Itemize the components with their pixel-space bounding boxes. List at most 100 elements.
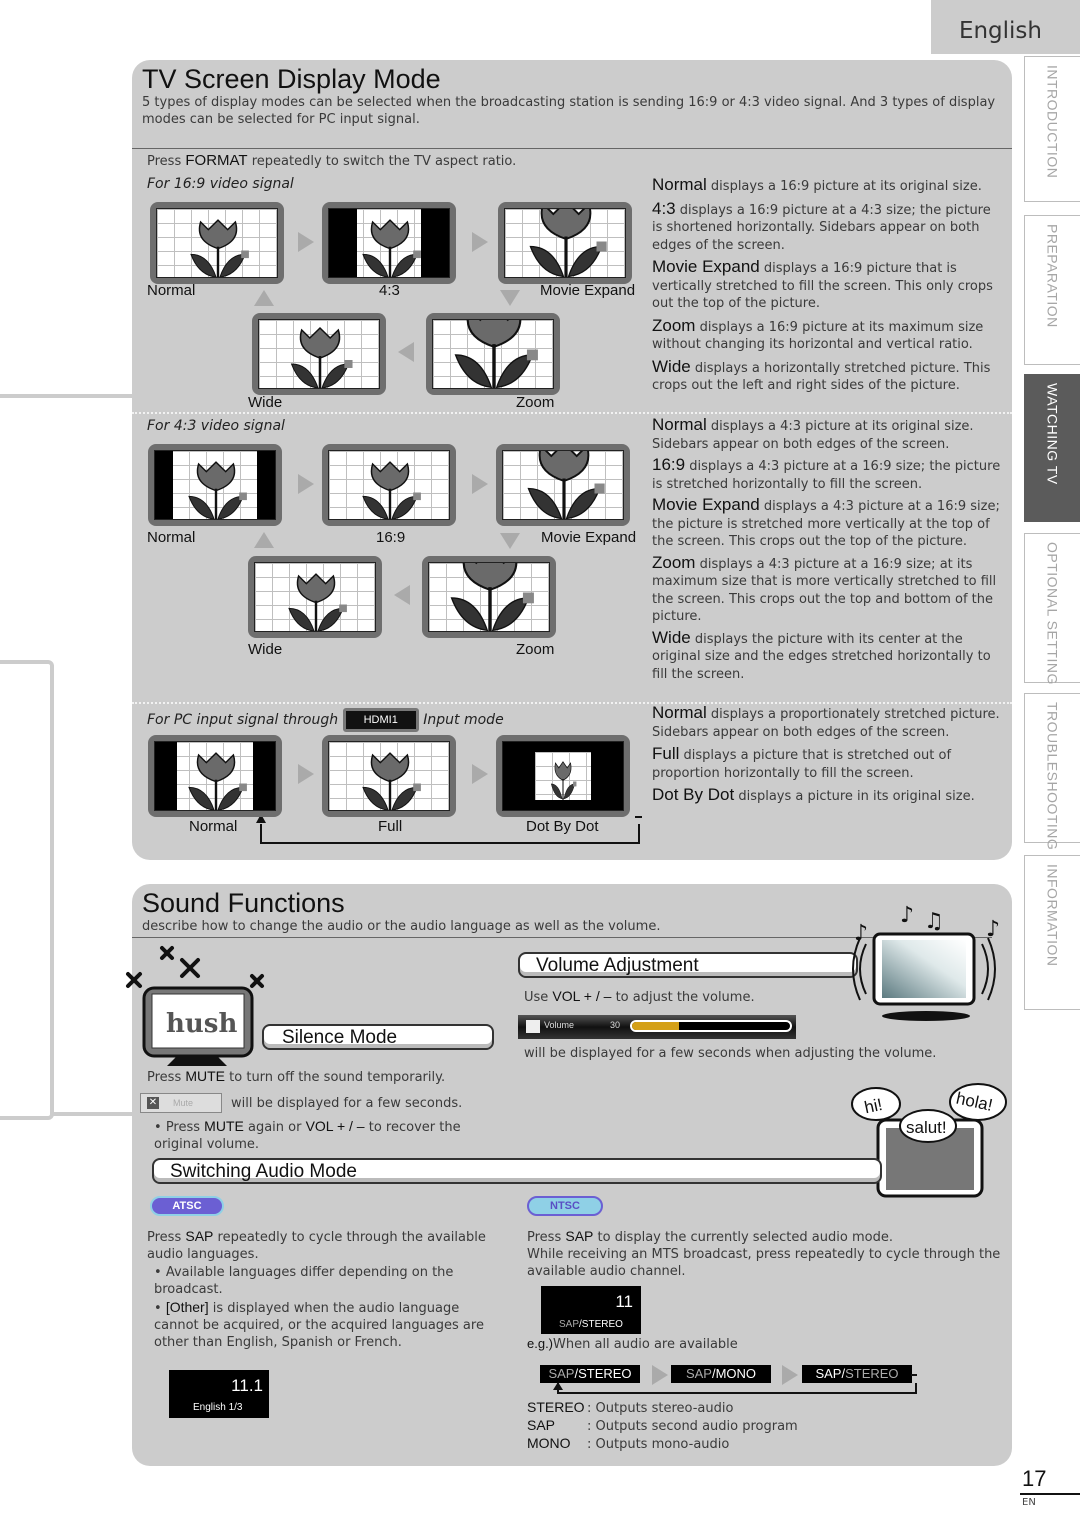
side-tab-label: INTRODUCTION [1044, 65, 1061, 179]
page-number-rule [1020, 1493, 1080, 1495]
ntsc-badge: NTSC [527, 1196, 603, 1216]
page-number: 17 [1022, 1466, 1047, 1491]
arrow-up-icon [254, 532, 274, 548]
signal-pc-heading: For PC input signal through HDMI1 Input … [147, 708, 504, 732]
key-sap: SAP [565, 1228, 594, 1244]
dotted-divider [132, 412, 1012, 414]
mode-label: Zoom [516, 394, 555, 411]
display-mode-thumbnail [150, 202, 284, 284]
side-tab-introduction[interactable]: INTRODUCTION [1024, 56, 1080, 202]
ntsc-example-note: e.g.)When all audio are available [527, 1336, 738, 1352]
speaker-icon [526, 1020, 540, 1033]
arrow-right-icon [472, 474, 488, 494]
format-instruction: Press FORMAT repeatedly to switch the TV… [147, 152, 517, 169]
mode-label: Movie Expand [541, 529, 637, 546]
cycle-return-line [635, 816, 642, 826]
mode-label: 16:9 [376, 529, 406, 546]
side-tab-label: OPTIONAL SETTING [1044, 542, 1061, 685]
side-tab-label: PREPARATION [1044, 224, 1061, 328]
side-tab-information[interactable]: INFORMATION [1024, 855, 1080, 1010]
ntsc-osd: 11 SAP/STEREO [541, 1286, 641, 1334]
side-tab-watching-tv[interactable]: WATCHING TV [1024, 374, 1080, 522]
display-mode-thumbnail [322, 444, 456, 526]
mode-label: Normal [147, 282, 196, 299]
arrow-right-icon [298, 232, 314, 252]
mode-label: Movie Expand [540, 282, 636, 299]
mute-osd-label: Mute [173, 1098, 194, 1108]
volume-osd-value: 30 [610, 1020, 621, 1030]
ntsc-instruction: Press SAP to display the currently selec… [527, 1228, 893, 1245]
volume-adjustment-heading: Volume Adjustment [518, 952, 858, 978]
multilingual-tv-illustration: hi! salut! hola! [851, 1083, 1007, 1198]
volume-osd-note: will be displayed for a few seconds when… [524, 1046, 937, 1061]
hush-text: hush [166, 1009, 237, 1039]
arrow-right-icon [782, 1365, 798, 1385]
mute-osd-note: will be displayed for a few seconds. [231, 1096, 463, 1111]
atsc-bullet: • Available languages differ depending o… [154, 1265, 454, 1297]
display-mode-thumbnail [148, 444, 282, 526]
arrow-right-icon [298, 474, 314, 494]
audio-cycle-step: SAP/STEREO [540, 1365, 640, 1383]
side-tab-label: WATCHING TV [1044, 383, 1061, 485]
muted-tv-illustration: hush [126, 946, 264, 1066]
atsc-badge: ATSC [150, 1196, 224, 1216]
osd-channel: 11.1 [231, 1376, 263, 1395]
language-tab: English [931, 0, 1080, 54]
osd-channel: 11 [615, 1292, 633, 1311]
arrow-up-icon [254, 290, 274, 306]
cycle-return-line [260, 824, 640, 844]
key-mute: MUTE [185, 1068, 226, 1084]
side-tab-label: TROUBLESHOOTING [1044, 702, 1061, 851]
section-title: Sound Functions [142, 888, 345, 918]
display-mode-thumbnail [252, 313, 386, 395]
svg-text:♫: ♫ [924, 909, 944, 934]
svg-text:♪: ♪ [854, 921, 868, 946]
arrow-right-icon [652, 1365, 668, 1385]
atsc-bullet: • [Other] is displayed when the audio la… [154, 1299, 484, 1350]
divider [132, 148, 1012, 149]
cycle-return-line [911, 1374, 917, 1384]
arrow-up-icon [553, 1382, 563, 1390]
display-mode-thumbnail [426, 313, 560, 395]
decorative-connector [50, 1112, 136, 1116]
display-mode-thumbnail [422, 556, 556, 638]
decorative-connector [0, 660, 54, 1120]
arrow-right-icon [472, 764, 488, 784]
display-mode-panel: TV Screen Display Mode 5 types of displa… [132, 60, 1012, 860]
cycle-return-line [557, 1383, 917, 1394]
speech-bubble-salut: salut! [906, 1118, 947, 1137]
osd-audio-mode: SAP/STEREO [559, 1319, 623, 1330]
osd-audio-language: English 1/3 [193, 1402, 243, 1413]
key-sap: SAP [185, 1228, 214, 1244]
signal-pc-descriptions: Normal displays a proportionately stretc… [652, 703, 1000, 804]
atsc-osd: 11.1 English 1/3 [169, 1370, 269, 1418]
svg-text:♪: ♪ [900, 903, 914, 928]
display-mode-thumbnail [496, 444, 630, 526]
mute-recover-bullet: • Press MUTE again or VOL + / – to recov… [154, 1118, 461, 1152]
key-format: FORMAT [185, 152, 248, 169]
display-mode-thumbnail [496, 735, 630, 817]
side-tab-optional-setting[interactable]: OPTIONAL SETTING [1024, 533, 1080, 685]
arrow-right-icon [472, 232, 488, 252]
volume-slider-fill [632, 1022, 680, 1030]
arrow-down-icon [500, 533, 520, 549]
mode-label: Zoom [516, 641, 555, 658]
signal-169-descriptions: Normal displays a 16:9 picture at its or… [652, 175, 993, 393]
side-tab-troubleshooting[interactable]: TROUBLESHOOTING [1024, 693, 1080, 850]
audio-cycle-step: SAP/MONO [671, 1365, 771, 1383]
signal-43-descriptions: Normal displays a 4:3 picture at its ori… [652, 415, 1001, 682]
side-tab-preparation[interactable]: PREPARATION [1024, 215, 1080, 365]
arrow-left-icon [398, 342, 414, 362]
section-title: TV Screen Display Mode [142, 64, 441, 94]
display-mode-thumbnail [322, 735, 456, 817]
switching-audio-mode-heading: Switching Audio Mode [152, 1158, 882, 1184]
arrow-right-icon [298, 764, 314, 784]
volume-slider[interactable] [630, 1020, 792, 1032]
mute-speaker-icon: ✕ [147, 1097, 159, 1109]
silence-mode-heading: Silence Mode [262, 1024, 494, 1050]
audio-cycle-step: SAP/STEREO [802, 1365, 912, 1383]
key-vol: VOL + / – [552, 988, 612, 1004]
page-language-code: EN [1022, 1497, 1036, 1508]
mode-label: 4:3 [379, 282, 400, 299]
audio-mode-legend: STEREO: Outputs stereo-audio SAP: Output… [527, 1399, 798, 1452]
